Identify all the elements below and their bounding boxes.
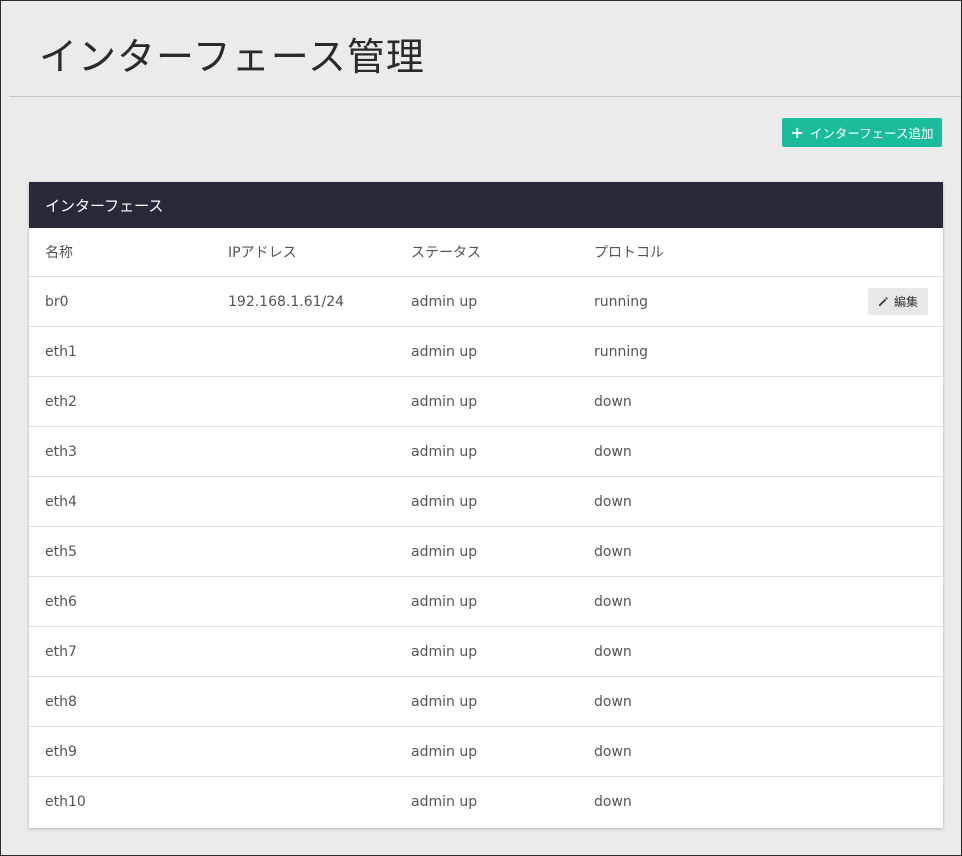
cell-actions [761, 426, 943, 477]
column-header-name: 名称 [29, 228, 212, 277]
cell-status: admin up [395, 326, 578, 377]
edit-label: 編集 [893, 295, 918, 309]
cell-protocol: down [578, 376, 761, 427]
cell-status: admin up [411, 793, 478, 810]
cell-status: admin up [395, 576, 578, 627]
cell-name: eth4 [29, 476, 212, 527]
table-row: eth9 admin up down [29, 726, 943, 777]
cell-name: eth10 [45, 793, 86, 810]
card-header: インターフェース [29, 182, 943, 228]
cell-actions [761, 777, 943, 827]
cell-status: admin up [395, 376, 578, 427]
cell-name: eth6 [29, 576, 212, 627]
card-title: インターフェース [45, 196, 164, 215]
cell-name: eth5 [29, 526, 212, 577]
table-row: eth10 admin up down [29, 777, 943, 827]
column-header-protocol: プロトコル [578, 228, 761, 277]
cell-ip [212, 476, 395, 527]
cell-status: admin up [395, 626, 578, 677]
cell-status: admin up [395, 476, 578, 527]
cell-status: admin up [395, 526, 578, 577]
cell-actions: 編集 [761, 276, 943, 327]
table-row: eth5 admin up down [29, 526, 943, 577]
cell-name: eth8 [29, 676, 212, 727]
cell-protocol: down [578, 476, 761, 527]
cell-actions [761, 576, 943, 627]
cell-ip [212, 777, 395, 827]
page-title: インターフェース管理 [39, 35, 425, 79]
cell-actions [761, 676, 943, 727]
edit-button[interactable]: 編集 [868, 288, 928, 315]
title-divider [9, 96, 961, 97]
cell-ip [212, 676, 395, 727]
table-row: eth1 admin up running [29, 326, 943, 377]
pencil-icon [878, 297, 888, 307]
cell-name: eth7 [29, 626, 212, 677]
table-header-row: 名称 IPアドレス ステータス プロトコル [29, 228, 943, 277]
cell-name: eth1 [29, 326, 212, 377]
table-row: eth7 admin up down [29, 626, 943, 677]
cell-status: admin up [395, 276, 578, 327]
cell-protocol: down [578, 526, 761, 577]
cell-actions [761, 476, 943, 527]
cell-ip [212, 626, 395, 677]
cell-name: eth9 [29, 726, 212, 777]
add-interface-label: インターフェース追加 [809, 126, 934, 141]
cell-name: eth3 [29, 426, 212, 477]
cell-name: eth2 [29, 376, 212, 427]
plus-icon: + [790, 122, 804, 142]
cell-status: admin up [395, 676, 578, 727]
column-header-status: ステータス [395, 228, 578, 277]
column-header-actions [761, 228, 943, 277]
table-row: br0 192.168.1.61/24 admin up running 編集 [29, 276, 943, 327]
cell-ip [212, 426, 395, 477]
table-row: eth2 admin up down [29, 376, 943, 427]
cell-ip [212, 726, 395, 777]
cell-actions [761, 726, 943, 777]
cell-protocol: running [578, 276, 761, 327]
cell-actions [761, 376, 943, 427]
table-row: eth8 admin up down [29, 676, 943, 727]
cell-protocol: running [578, 326, 761, 377]
cell-ip [212, 376, 395, 427]
cell-protocol: down [594, 793, 632, 810]
cell-actions [761, 626, 943, 677]
cell-protocol: down [578, 576, 761, 627]
table-row: eth4 admin up down [29, 476, 943, 527]
cell-protocol: down [578, 676, 761, 727]
cell-actions [761, 526, 943, 577]
cell-status: admin up [395, 726, 578, 777]
cell-ip [212, 576, 395, 627]
add-interface-button[interactable]: + インターフェース追加 [782, 118, 942, 147]
cell-protocol: down [578, 426, 761, 477]
table-row: eth3 admin up down [29, 426, 943, 477]
cell-ip [212, 526, 395, 577]
cell-status: admin up [395, 426, 578, 477]
cell-ip [212, 326, 395, 377]
cell-actions [761, 326, 943, 377]
cell-name: br0 [29, 276, 212, 327]
interface-table: 名称 IPアドレス ステータス プロトコル br0 192.168.1.61/24… [29, 228, 943, 826]
cell-protocol: down [578, 726, 761, 777]
cell-ip: 192.168.1.61/24 [212, 276, 395, 327]
page-frame: インターフェース管理 + インターフェース追加 インターフェース 名称 IPアド… [0, 0, 962, 856]
table-row: eth6 admin up down [29, 576, 943, 627]
interface-card: インターフェース 名称 IPアドレス ステータス プロトコル br0 192.16… [29, 182, 943, 828]
cell-protocol: down [578, 626, 761, 677]
column-header-ip: IPアドレス [212, 228, 395, 277]
